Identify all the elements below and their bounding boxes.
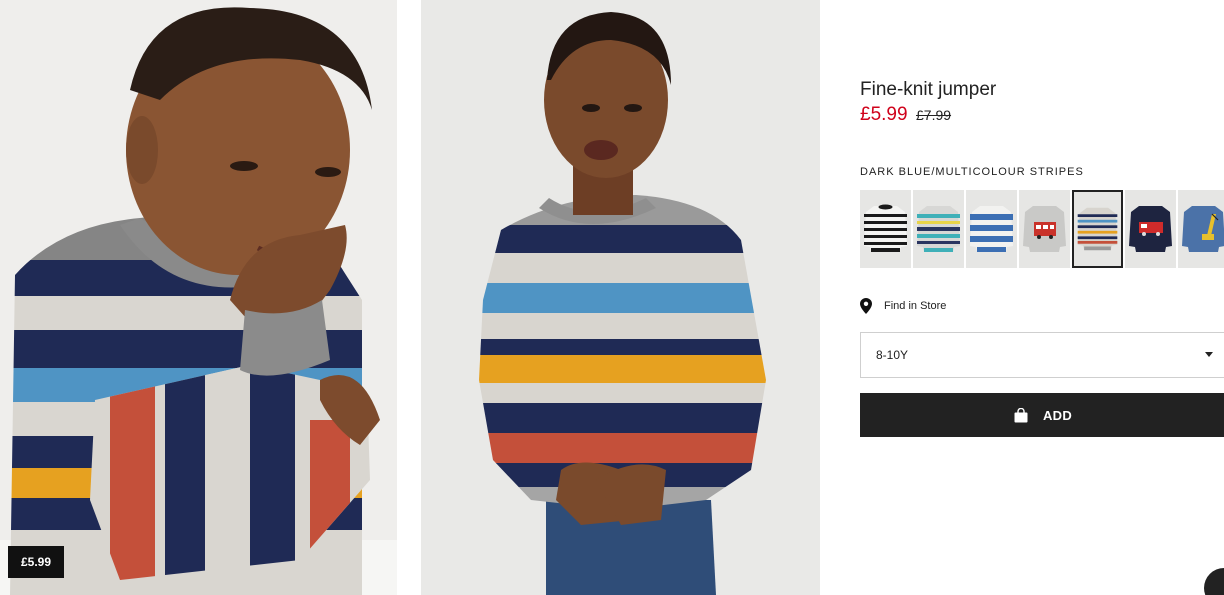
swatch-thumbnail [1077, 207, 1118, 251]
model-image [421, 0, 820, 595]
color-swatch[interactable] [1019, 190, 1070, 268]
color-swatch-list [860, 190, 1224, 268]
add-to-bag-button[interactable]: ADD [860, 393, 1224, 437]
map-pin-icon [860, 298, 872, 314]
swatch-thumbnail [1182, 206, 1224, 252]
swatch-thumbnail [917, 206, 960, 252]
original-price: £7.99 [916, 107, 952, 123]
find-in-store-label: Find in Store [884, 300, 947, 312]
color-swatch[interactable] [1125, 190, 1176, 268]
swatch-thumbnail [1129, 206, 1172, 252]
swatch-thumbnail [1023, 206, 1066, 252]
selected-size: 8-10Y [876, 348, 909, 362]
add-button-label: ADD [1042, 407, 1073, 423]
price-badge: £5.99 [8, 546, 64, 578]
color-swatch[interactable] [913, 190, 964, 268]
product-title: Fine-knit jumper [860, 79, 997, 100]
color-name: DARK BLUE/MULTICOLOUR STRIPES [860, 166, 1084, 178]
color-swatch[interactable] [860, 190, 911, 268]
product-page: £5.99 Fine-knit jumper £5.99 £7.99 DARK … [0, 0, 1224, 595]
color-swatch[interactable] [966, 190, 1017, 268]
product-details-panel: Fine-knit jumper £5.99 £7.99 DARK BLUE/M… [860, 0, 1224, 595]
price-row: £5.99 £7.99 [860, 104, 951, 126]
find-in-store-link[interactable]: Find in Store [860, 298, 946, 314]
product-photo-full[interactable] [421, 0, 820, 595]
swatch-thumbnail [864, 204, 907, 252]
size-dropdown[interactable]: 8-10Y [860, 332, 1224, 378]
shopping-bag-icon [1014, 407, 1028, 422]
model-image [0, 0, 397, 595]
sale-price: £5.99 [860, 104, 908, 125]
product-photo-closeup[interactable]: £5.99 [0, 0, 397, 595]
swatch-thumbnail [970, 206, 1013, 252]
color-swatch-selected[interactable] [1072, 190, 1123, 268]
color-swatch[interactable] [1178, 190, 1224, 268]
chevron-down-icon [1205, 352, 1213, 357]
